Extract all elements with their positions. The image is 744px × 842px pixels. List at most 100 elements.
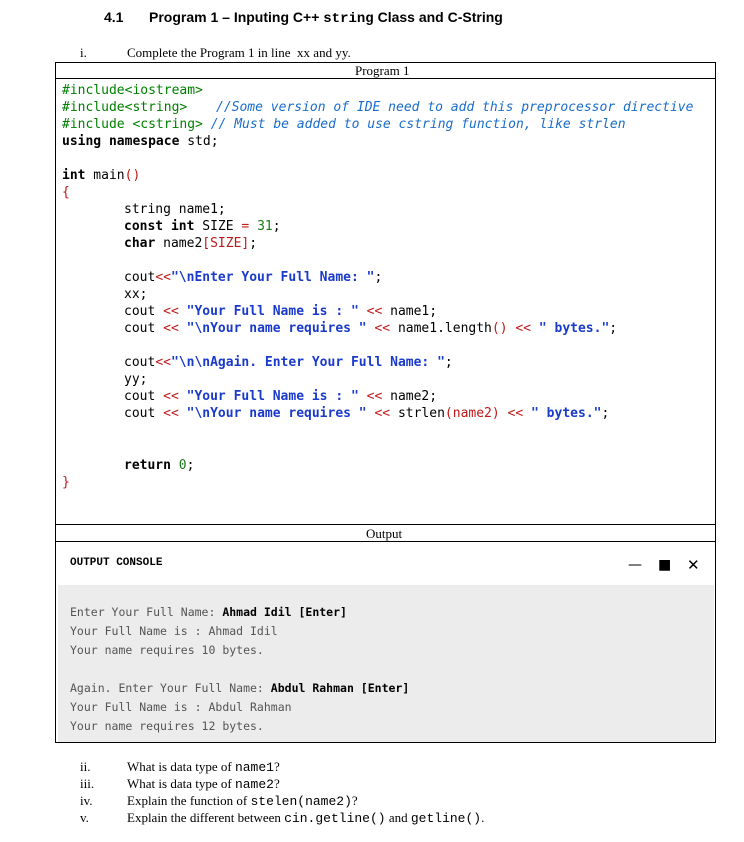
code-string: "\nYour name requires " [178,321,375,336]
maximize-icon[interactable]: ■ [658,557,671,573]
code-line: cout<<"\nEnter Your Full Name: "; [124,269,382,286]
code-line: cout << "Your Full Name is : " << name1; [124,303,437,320]
section-title-code: string [323,11,374,27]
minimize-icon[interactable]: — [628,557,642,573]
code-paren: () [124,168,141,183]
question-numeral: iv. [80,793,93,808]
code-string: "\n\nAgain. Enter Your Full Name: " [170,355,445,370]
console-line: Your Full Name is : Abdul Rahman [70,700,292,714]
section-title-prefix: Program 1 – Inputing C++ [149,9,324,25]
console-text: Enter Your Full Name: [70,605,223,619]
code-keyword: const int [124,219,195,234]
code-keyword: using namespace [62,134,180,149]
code-text: cout [124,321,164,336]
question-text-part: ? [351,793,358,808]
console-line: Again. Enter Your Full Name: Abdul Rahma… [70,681,409,695]
question-text-part: . [481,810,485,825]
code-operator: << [163,389,179,404]
code-operator: << [366,389,383,404]
code-operator: << [155,270,171,285]
code-line: } [62,474,70,491]
code-operator: << [374,321,391,336]
code-operator: << [366,304,383,319]
code-line: return 0; [124,457,194,474]
code-placeholder-yy: yy; [124,372,148,387]
code-text: SIZE [194,219,242,234]
code-line-yy: yy; [124,371,147,388]
code-bracket: [SIZE] [202,236,250,251]
question-text-part: What is data type of [127,759,235,774]
code-text: ; [374,270,383,285]
question-text-part: What is data type of [127,776,235,791]
question-code: getline() [410,811,482,826]
question-numeral: iii. [80,776,95,791]
code-include: #include <cstring> [62,117,203,132]
console-text: Your name requires 12 bytes. [70,719,264,733]
code-line: char name2[SIZE]; [124,235,257,252]
code-operator: << [507,321,532,336]
code-number: 0 [170,458,187,473]
code-text: ; [444,355,453,370]
code-line: using namespace std; [62,133,219,150]
console-user-input: Abdul Rahman [Enter] [270,681,410,695]
question-text: What is data type of name2? [127,776,280,792]
console-line: Enter Your Full Name: Ahmad Idil [Enter] [70,605,347,619]
code-line: { [62,184,70,201]
code-text: ; [272,219,281,234]
code-text: name1; [382,304,438,319]
code-text: ; [249,236,258,251]
console-title: OUTPUT CONSOLE [70,557,163,569]
code-operator: << [374,406,391,421]
code-text: name1.length [390,321,492,336]
code-text: name2; [382,389,438,404]
question-text: Complete the Program 1 in line xx and yy… [127,45,351,60]
code-line: int main() [62,167,140,184]
code-text: ; [186,458,195,473]
code-brace: } [62,475,70,490]
question-text: Explain the function of stelen(name2)? [127,793,358,809]
code-text: name2 [155,236,203,251]
code-include: #include<string> [62,100,188,115]
code-text: cout [124,304,164,319]
code-line: #include<string> //Some version of IDE ne… [62,99,693,116]
question-text: What is data type of name1? [127,759,280,775]
question-code: stelen(name2) [250,794,352,809]
question-text: Explain the different between cin.getlin… [127,810,484,826]
code-text: string name1; [124,202,226,217]
code-brace: { [62,185,70,200]
question-text-part: Explain the function of [127,793,251,808]
code-line: #include <cstring> // Must be added to u… [62,116,626,133]
question-code: cin.getline() [284,811,386,826]
question-text-part: Explain the different between [127,810,285,825]
question-numeral: i. [80,45,87,60]
console-user-input: Ahmad Idil [Enter] [222,605,347,619]
section-title-suffix: Class and C-String [373,9,503,25]
section-title: Program 1 – Inputing C++ string Class an… [149,9,503,27]
question-numeral: ii. [80,759,91,774]
code-line: #include<iostream> [62,82,203,99]
section-number: 4.1 [104,9,124,25]
console-text: Your Full Name is : Abdul Rahman [70,700,292,714]
code-text: std; [179,134,219,149]
code-comment: //Some version of IDE need to add this p… [216,100,694,115]
console-text: Your name requires 10 bytes. [70,643,264,657]
code-comment: // Must be added to use cstring function… [210,117,626,132]
code-text: cout [124,270,156,285]
code-string: "Your Full Name is : " [178,389,367,404]
code-text: cout [124,406,164,421]
code-keyword: char [124,236,156,251]
code-text: cout [124,355,156,370]
code-include: #include<iostream> [62,83,203,98]
code-string: "\nYour name requires " [178,406,375,421]
code-operator: << [499,406,524,421]
code-operator: << [155,355,171,370]
code-string: " bytes." [531,321,610,336]
code-number: 31 [249,219,273,234]
code-placeholder-xx: xx; [124,287,148,302]
close-icon[interactable]: ✕ [687,556,700,574]
code-line: cout << "\nYour name requires " << name1… [124,320,617,337]
code-operator: << [163,406,179,421]
question-text-part: and [385,810,411,825]
code-text: ; [609,321,618,336]
code-paren: () [491,321,508,336]
